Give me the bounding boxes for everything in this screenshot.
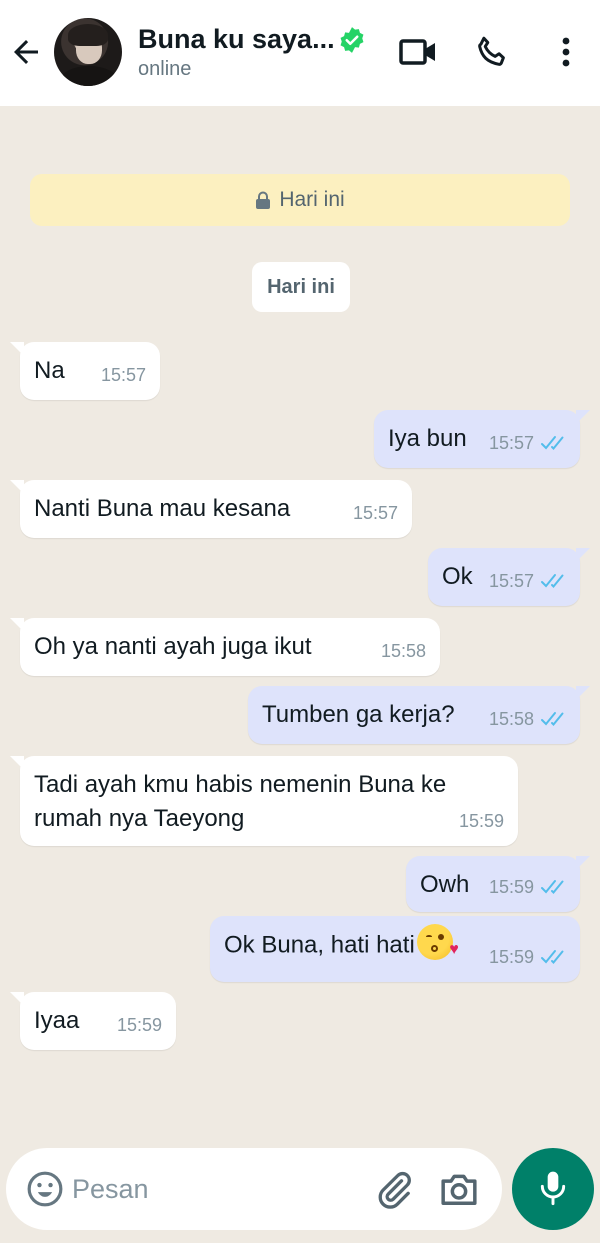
message-composer[interactable]: Pesan <box>6 1148 502 1230</box>
avatar[interactable] <box>54 18 122 86</box>
attach-icon[interactable] <box>374 1170 414 1210</box>
message-text-line: Tadi ayah kmu habis nemenin Buna ke <box>34 771 447 798</box>
message-text: Iyaa <box>34 1007 80 1034</box>
incoming-message[interactable]: Iyaa 15:59 <box>10 992 176 1050</box>
camera-icon[interactable] <box>438 1170 480 1208</box>
message-text: Ok Buna, hati hati ♥ <box>224 924 459 964</box>
double-check-icon <box>541 712 564 726</box>
incoming-message[interactable]: Nanti Buna mau kesana 15:57 <box>10 480 412 538</box>
message-time: 15:57 <box>488 571 534 591</box>
mic-button[interactable] <box>512 1148 594 1230</box>
date-chip: Hari ini <box>252 262 350 312</box>
message-text: Tadi ayah kmu habis nemenin Buna ke ruma… <box>34 768 446 836</box>
message-input[interactable]: Pesan <box>72 1174 149 1205</box>
mic-icon <box>540 1171 566 1206</box>
kiss-emoji-icon: ♥ <box>416 924 459 960</box>
incoming-message[interactable]: Na 15:57 <box>10 342 160 400</box>
chat-area[interactable]: Hari ini Hari ini Na 15:57 Iya bun 15:57… <box>0 106 600 1146</box>
message-text: Tumben ga kerja? <box>262 701 455 728</box>
message-time: 15:58 <box>380 641 426 661</box>
chat-header: Buna ku saya... online <box>0 0 600 106</box>
message-text: Iya bun <box>388 425 467 452</box>
message-time: 15:57 <box>100 365 146 385</box>
video-call-icon[interactable] <box>398 34 438 70</box>
contact-status: online <box>138 58 192 80</box>
message-text: Nanti Buna mau kesana <box>34 495 291 522</box>
outgoing-message[interactable]: Ok Buna, hati hati ♥ 15:59 <box>210 916 580 982</box>
message-time: 15:59 <box>488 947 534 967</box>
message-text-line: rumah nya Taeyong <box>34 805 245 832</box>
outgoing-message[interactable]: Tumben ga kerja? 15:58 <box>248 686 590 744</box>
message-text: Ok <box>442 563 473 590</box>
emoji-icon[interactable] <box>26 1170 64 1208</box>
outgoing-message[interactable]: Ok 15:57 <box>428 548 590 606</box>
more-vert-icon[interactable] <box>552 34 580 70</box>
incoming-message[interactable]: Oh ya nanti ayah juga ikut 15:58 <box>10 618 440 676</box>
encryption-notice-text: Hari ini <box>279 188 345 211</box>
message-time: 15:57 <box>352 503 398 523</box>
message-time: 15:59 <box>488 877 534 897</box>
message-text-body: Ok Buna, hati hati <box>224 931 415 959</box>
double-check-icon <box>541 950 564 964</box>
encryption-notice[interactable]: Hari ini <box>30 174 570 226</box>
incoming-message[interactable]: Tadi ayah kmu habis nemenin Buna ke ruma… <box>10 756 518 846</box>
outgoing-message[interactable]: Iya bun 15:57 <box>374 410 590 468</box>
verified-icon <box>340 27 364 53</box>
message-time: 15:58 <box>488 709 534 729</box>
back-arrow-icon[interactable] <box>8 34 44 70</box>
double-check-icon <box>541 574 564 588</box>
double-check-icon <box>541 880 564 894</box>
double-check-icon <box>541 436 564 450</box>
lock-icon <box>256 191 271 209</box>
message-text: Oh ya nanti ayah juga ikut <box>34 633 312 660</box>
message-time: 15:57 <box>488 433 534 453</box>
message-text: Owh <box>420 871 470 898</box>
phone-icon[interactable] <box>474 34 510 70</box>
message-time: 15:59 <box>458 811 504 831</box>
message-text: Na <box>34 357 65 384</box>
outgoing-message[interactable]: Owh 15:59 <box>406 856 590 912</box>
message-time: 15:59 <box>116 1015 162 1035</box>
contact-name[interactable]: Buna ku saya... <box>138 24 335 55</box>
